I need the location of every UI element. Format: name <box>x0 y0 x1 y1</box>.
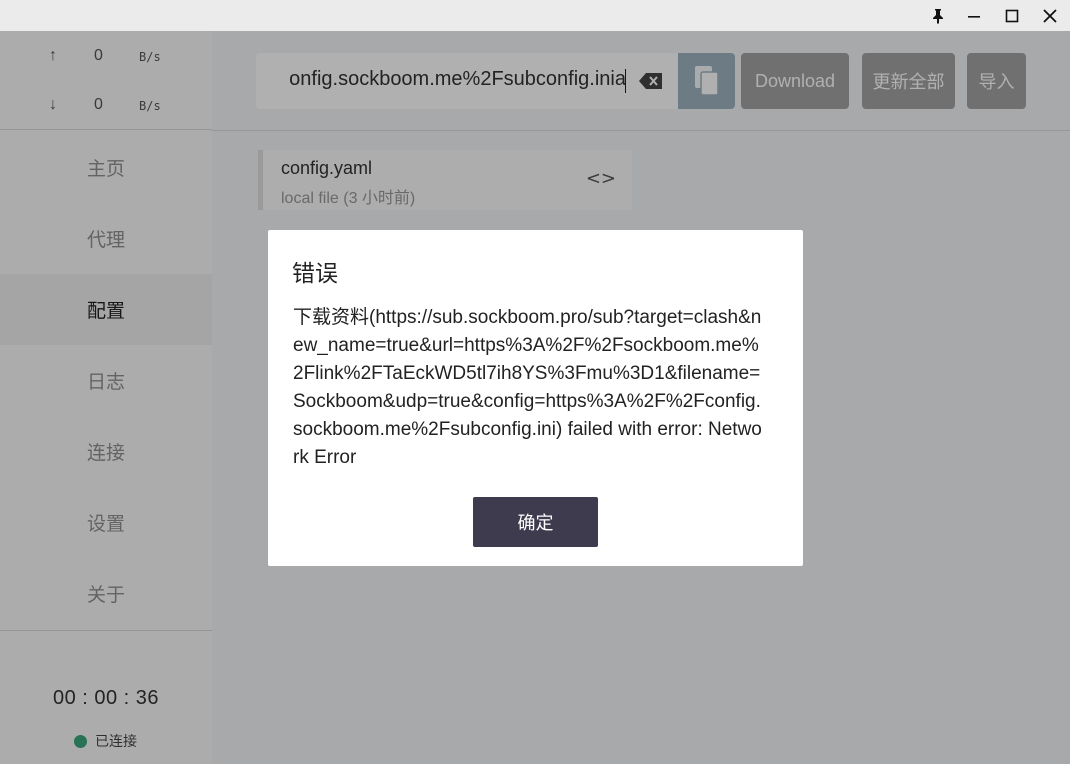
maximize-icon[interactable] <box>994 0 1030 31</box>
confirm-button[interactable]: 确定 <box>473 497 598 547</box>
minimize-icon[interactable] <box>956 0 992 31</box>
window-titlebar <box>0 0 1070 31</box>
dialog-message: 下载资料(https://sub.sockboom.pro/sub?target… <box>293 307 762 468</box>
pin-icon[interactable] <box>920 0 956 31</box>
dialog-title: 错误 <box>292 260 338 286</box>
error-dialog: 错误 下载资料(https://sub.sockboom.pro/sub?tar… <box>268 230 803 566</box>
close-icon[interactable] <box>1032 0 1068 31</box>
